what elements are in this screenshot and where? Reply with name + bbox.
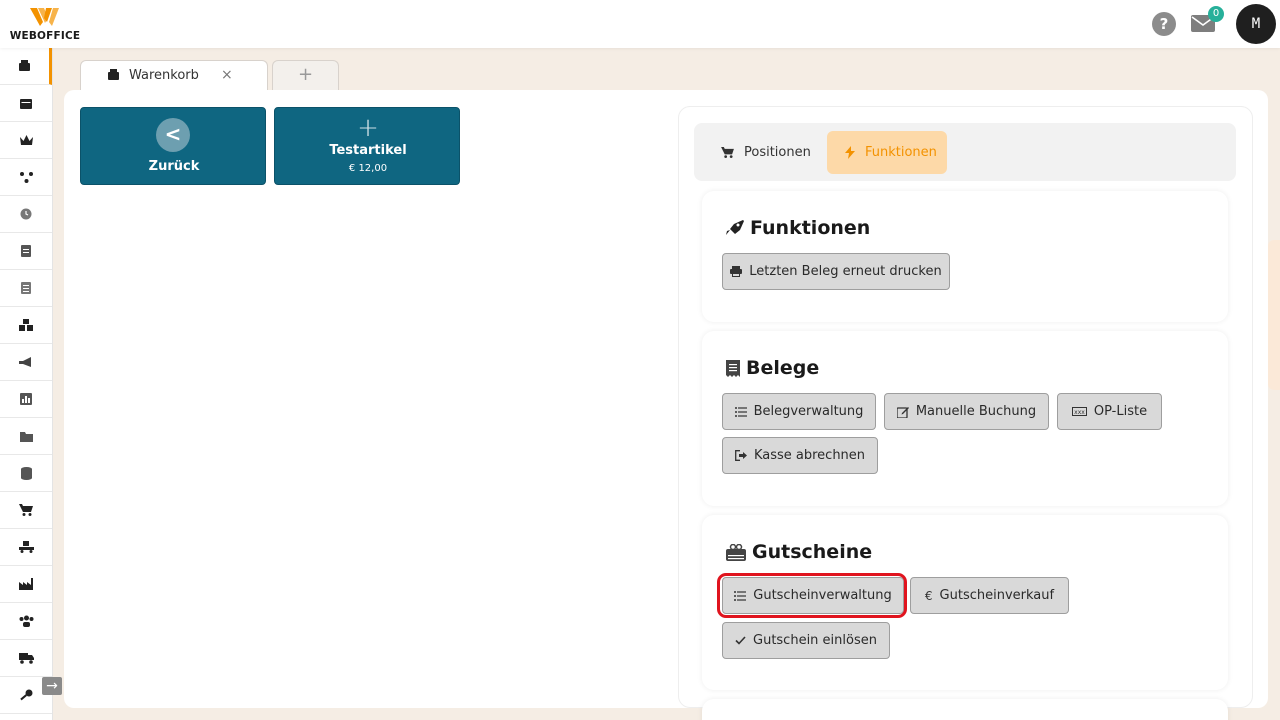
key-icon bbox=[19, 689, 32, 701]
sidebar-item-boxes[interactable] bbox=[0, 307, 52, 344]
rocket-icon bbox=[726, 220, 744, 235]
checkmark-icon bbox=[735, 636, 746, 645]
sidebar-item-clock[interactable] bbox=[0, 196, 52, 233]
sidebar-item-calendar[interactable] bbox=[0, 85, 52, 122]
folder-icon bbox=[19, 431, 33, 442]
tab-funktionen[interactable]: Funktionen bbox=[827, 131, 947, 174]
weboffice-logo-mark-icon bbox=[30, 8, 59, 26]
megaphone-icon bbox=[19, 356, 31, 367]
sidebar-item-database[interactable] bbox=[0, 455, 52, 492]
weboffice-logo[interactable]: WEBOFFICE bbox=[8, 6, 82, 44]
chart-icon bbox=[20, 393, 32, 405]
kasse-abrechnen-label: Kasse abrechnen bbox=[753, 448, 866, 463]
gutscheine-heading: Gutscheine bbox=[726, 541, 872, 563]
gutscheine-title: Gutscheine bbox=[752, 541, 873, 563]
gutschein-einloesen-button[interactable]: Gutschein einlösen bbox=[722, 622, 890, 659]
belegverwaltung-label: Belegverwaltung bbox=[753, 404, 864, 419]
sidebar-item-kasse[interactable] bbox=[0, 48, 52, 85]
product-price: € 12,00 bbox=[348, 163, 388, 174]
kasse-abrechnen-button[interactable]: Kasse abrechnen bbox=[722, 437, 878, 474]
sidebar-item-truck[interactable] bbox=[0, 640, 52, 677]
add-tab-button[interactable]: + bbox=[272, 60, 339, 91]
plus-icon: + bbox=[357, 113, 379, 143]
register-icon bbox=[108, 69, 119, 80]
tab-funktionen-label: Funktionen bbox=[865, 145, 937, 160]
dolly-icon bbox=[18, 541, 34, 553]
sidebar-item-network[interactable] bbox=[0, 159, 52, 196]
sidebar-expand-button[interactable]: → bbox=[42, 677, 62, 695]
sidebar-item-folder[interactable] bbox=[0, 418, 52, 455]
belege-title: Belege bbox=[746, 357, 820, 379]
back-tile-button[interactable]: < Zurück bbox=[80, 107, 266, 185]
belege-card: Belege Belegverwaltung Manuelle Buchung … bbox=[702, 331, 1228, 506]
euro-icon: € bbox=[924, 588, 933, 603]
chevron-left-icon: < bbox=[156, 118, 190, 152]
app-header: WEBOFFICE ? 0 M bbox=[0, 0, 1280, 48]
funktionen-heading: Funktionen bbox=[726, 217, 870, 239]
lightning-icon bbox=[845, 146, 855, 159]
list-icon bbox=[734, 406, 747, 417]
document-icon bbox=[21, 245, 31, 257]
sidebar-item-crown[interactable] bbox=[0, 122, 52, 159]
boxes-icon bbox=[19, 319, 33, 331]
cart-icon bbox=[721, 147, 734, 158]
reprint-receipt-button[interactable]: Letzten Beleg erneut drucken bbox=[722, 253, 950, 290]
clock-icon bbox=[20, 208, 32, 220]
sign-out-icon bbox=[735, 450, 747, 461]
tab-positionen-label: Positionen bbox=[744, 145, 811, 160]
manuelle-buchung-button[interactable]: Manuelle Buchung bbox=[884, 393, 1049, 430]
sidebar-item-chart[interactable] bbox=[0, 381, 52, 418]
svg-text:xxx: xxx bbox=[1074, 409, 1085, 416]
reprint-receipt-label: Letzten Beleg erneut drucken bbox=[749, 264, 942, 279]
tab-label: Warenkorb bbox=[129, 68, 199, 83]
truck-icon bbox=[18, 653, 34, 664]
receipt-icon bbox=[726, 359, 740, 377]
belege-heading: Belege bbox=[726, 357, 819, 379]
user-avatar[interactable]: M bbox=[1236, 4, 1276, 44]
funktionen-card: Funktionen Letzten Beleg erneut drucken bbox=[702, 191, 1228, 322]
product-tile-testartikel[interactable]: + Testartikel € 12,00 bbox=[274, 107, 460, 185]
gutscheinverkauf-button[interactable]: € Gutscheinverkauf bbox=[910, 577, 1069, 614]
funktionen-title: Funktionen bbox=[750, 217, 871, 239]
back-tile-label: Zurück bbox=[148, 159, 200, 174]
manuelle-buchung-label: Manuelle Buchung bbox=[915, 404, 1037, 419]
calendar-icon bbox=[20, 99, 32, 109]
belegverwaltung-button[interactable]: Belegverwaltung bbox=[722, 393, 876, 430]
sidebar-nav bbox=[0, 48, 53, 720]
sidebar-item-document[interactable] bbox=[0, 233, 52, 270]
sidebar-item-dolly[interactable] bbox=[0, 529, 52, 566]
tab-positionen[interactable]: Positionen bbox=[703, 131, 821, 174]
sidebar-item-factory[interactable] bbox=[0, 566, 52, 603]
crown-icon bbox=[19, 134, 33, 145]
sidebar-item-cart[interactable] bbox=[0, 492, 52, 529]
users-icon bbox=[19, 615, 33, 627]
edit-icon bbox=[896, 406, 909, 418]
network-icon bbox=[19, 171, 33, 183]
brand-name: WEBOFFICE bbox=[9, 30, 81, 42]
printer-icon bbox=[730, 266, 743, 277]
sidebar-item-megaphone[interactable] bbox=[0, 344, 52, 381]
money-bill-icon: xxx bbox=[1071, 407, 1087, 416]
op-liste-button[interactable]: xxx OP-Liste bbox=[1057, 393, 1162, 430]
background-decoration bbox=[1268, 240, 1280, 390]
list-document-icon bbox=[21, 282, 31, 294]
sidebar-item-users[interactable] bbox=[0, 603, 52, 640]
sidebar-item-list[interactable] bbox=[0, 270, 52, 307]
help-button[interactable]: ? bbox=[1152, 12, 1176, 36]
gutscheinverkauf-label: Gutscheinverkauf bbox=[939, 588, 1055, 603]
next-card bbox=[702, 699, 1228, 720]
product-name: Testartikel bbox=[329, 143, 407, 158]
mail-count-badge: 0 bbox=[1208, 6, 1224, 22]
register-icon bbox=[19, 60, 30, 71]
op-liste-label: OP-Liste bbox=[1093, 404, 1148, 419]
database-icon bbox=[20, 466, 32, 480]
focus-highlight bbox=[717, 573, 907, 618]
gutschein-einloesen-label: Gutschein einlösen bbox=[753, 633, 877, 648]
gift-card-icon bbox=[726, 543, 746, 561]
factory-icon bbox=[19, 578, 33, 590]
cart-icon bbox=[19, 504, 33, 516]
tab-close-icon[interactable]: × bbox=[221, 67, 233, 83]
tab-warenkorb[interactable]: Warenkorb × bbox=[80, 60, 268, 91]
